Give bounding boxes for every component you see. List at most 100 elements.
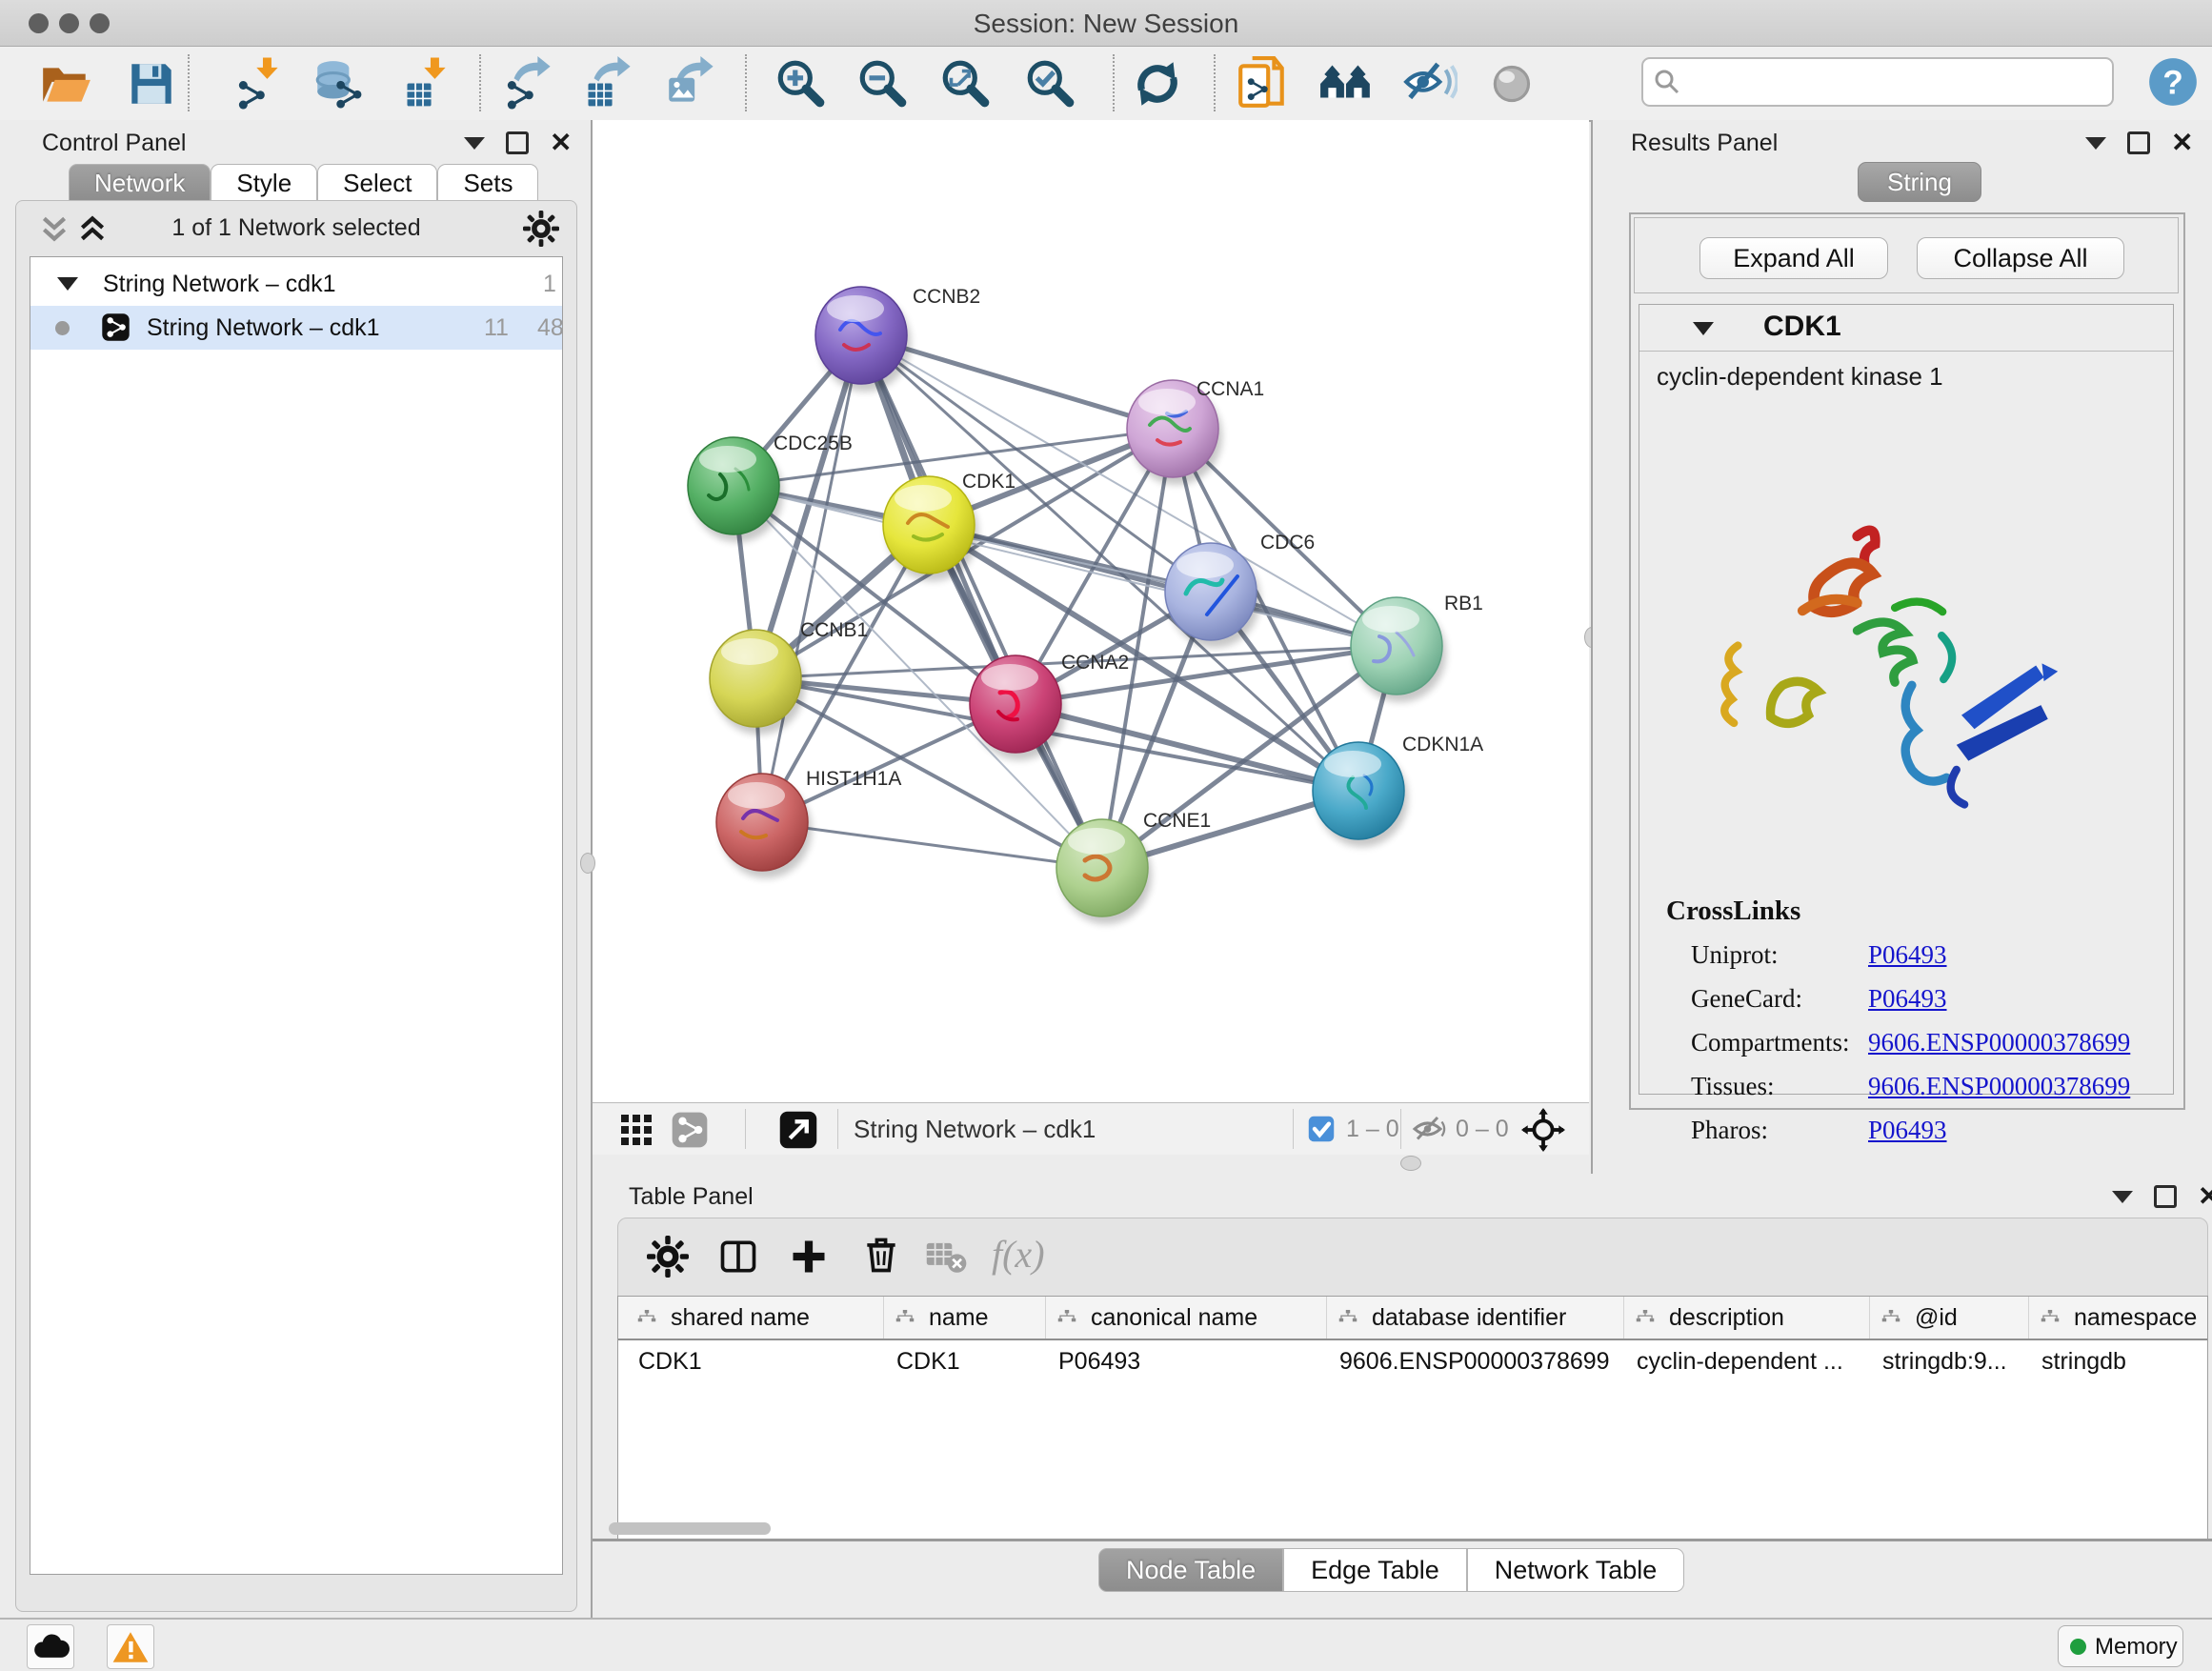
zoom-selected-icon[interactable] [1023,56,1078,111]
birds-eye-view-icon[interactable] [1521,1108,1565,1152]
tab-style[interactable]: Style [211,164,317,201]
refresh-icon[interactable] [1130,56,1185,111]
column-header-canonical-name[interactable]: canonical name [1045,1297,1327,1339]
table-cell[interactable]: stringdb [2041,1348,2202,1376]
import-table-icon[interactable] [399,56,454,111]
hidden-eye-slash-icon[interactable] [1412,1114,1446,1144]
gear-icon[interactable] [523,211,559,247]
help-icon[interactable]: ? [2145,54,2201,110]
gene-section-header[interactable]: CDK1 [1639,305,2173,352]
node-CCNE1[interactable] [1056,819,1152,924]
toolbar-separator [1293,1109,1294,1149]
panel-float-icon[interactable] [2085,137,2106,150]
delete-table-icon[interactable] [925,1238,969,1276]
table-cell[interactable]: CDK1 [896,1348,1039,1376]
tab-node-table[interactable]: Node Table [1098,1548,1283,1592]
table-settings-gear-icon[interactable] [647,1236,689,1278]
node-CDKN1A[interactable] [1313,742,1408,847]
import-database-icon[interactable] [312,56,367,111]
import-network-icon[interactable] [231,56,287,111]
column-type-icon [895,1307,915,1331]
column-header--id[interactable]: @id [1869,1297,2029,1339]
zoom-fit-icon[interactable] [938,56,994,111]
panel-float-icon[interactable] [464,137,485,150]
column-header-description[interactable]: description [1623,1297,1870,1339]
column-label: name [929,1304,1039,1332]
sphere-icon[interactable] [1486,56,1541,111]
table-cell[interactable]: stringdb:9... [1882,1348,2022,1376]
open-folder-icon[interactable] [38,56,93,111]
column-header-shared-name[interactable]: shared name [625,1297,884,1339]
collapse-all-button[interactable]: Collapse All [1917,237,2124,279]
crosslink-link[interactable]: P06493 [1868,1116,1947,1145]
collection-expand-icon[interactable] [57,277,78,291]
zoom-in-icon[interactable] [774,56,829,111]
node-HIST1H1A[interactable] [716,774,812,878]
panel-close-icon[interactable]: ✕ [2198,1188,2212,1205]
cloud-button[interactable] [27,1624,74,1669]
tab-edge-table[interactable]: Edge Table [1283,1548,1467,1592]
control-panel-title: Control Panel [42,130,186,157]
panel-close-icon[interactable]: ✕ [2171,134,2193,151]
table-cell[interactable]: CDK1 [638,1348,877,1376]
crosslink-link[interactable]: 9606.ENSP00000378699 [1868,1028,2130,1057]
column-header-name[interactable]: name [883,1297,1046,1339]
export-table-icon[interactable] [580,56,635,111]
search-input[interactable] [1641,57,2114,107]
crosslink-label: Uniprot: [1691,940,1779,970]
node-RB1[interactable] [1351,597,1446,702]
show-columns-icon[interactable] [717,1236,759,1278]
string-document-icon[interactable] [1235,56,1290,111]
selected-checkbox-icon[interactable] [1307,1115,1336,1143]
column-header-database-identifier[interactable]: database identifier [1326,1297,1624,1339]
open-external-icon[interactable] [778,1110,818,1150]
crosslink-link[interactable]: P06493 [1868,940,1947,970]
panel-maximize-icon[interactable] [2154,1185,2177,1208]
edge-CCNB2-HIST1H1A[interactable] [762,335,861,822]
zoom-out-icon[interactable] [855,56,911,111]
export-network-icon[interactable] [500,56,555,111]
section-expand-icon[interactable] [1693,322,1714,335]
expand-all-button[interactable]: Expand All [1699,237,1888,279]
tab-network-table[interactable]: Network Table [1467,1548,1685,1592]
crosslink-link[interactable]: 9606.ENSP00000378699 [1868,1072,2130,1101]
network-row[interactable]: String Network – cdk1 11 48 [30,306,562,350]
memory-button[interactable]: Memory [2058,1625,2183,1667]
crosslink-label: Compartments: [1691,1028,1849,1057]
tab-sets[interactable]: Sets [437,164,538,201]
hide-graphics-icon[interactable] [1402,56,1458,111]
column-header-namespace[interactable]: namespace [2028,1297,2208,1339]
panel-maximize-icon[interactable] [2127,131,2150,154]
network-collection-row[interactable]: String Network – cdk1 1 [30,262,562,306]
table-cell[interactable]: cyclin-dependent ... [1637,1348,1863,1376]
export-image-icon[interactable] [663,56,718,111]
table-cell[interactable]: P06493 [1058,1348,1320,1376]
panel-close-icon[interactable]: ✕ [550,134,572,151]
warnings-button[interactable] [107,1624,154,1669]
tab-select[interactable]: Select [317,164,437,201]
network-share-view-icon[interactable] [671,1111,709,1149]
column-type-icon [1337,1307,1358,1331]
left-splitter-handle[interactable] [580,853,595,874]
network-list-header: 1 of 1 Network selected [16,209,576,247]
add-column-icon[interactable] [788,1236,830,1278]
horizontal-scrollbar[interactable] [609,1522,771,1535]
function-builder-icon[interactable]: f(x) [992,1232,1045,1277]
table-cell[interactable]: 9606.ENSP00000378699 [1339,1348,1618,1376]
delete-trash-icon[interactable] [860,1234,902,1276]
horizontal-splitter-handle[interactable] [1400,1156,1421,1171]
node-label-HIST1H1A: HIST1H1A [806,768,901,790]
network-canvas[interactable]: CCNB2CCNA1CDC25BCDK1CDC6RB1CCNB1CCNA2CDK… [593,120,1589,1102]
panel-maximize-icon[interactable] [506,131,529,154]
edge-CDK1-RB1[interactable] [929,525,1397,646]
panel-float-icon[interactable] [2112,1191,2133,1203]
tab-string[interactable]: String [1858,162,1981,202]
save-icon[interactable] [124,56,179,111]
grid-view-icon[interactable] [619,1113,654,1147]
home-pages-icon[interactable] [1318,56,1374,111]
tab-network[interactable]: Network [69,164,211,201]
edge-CCNA2-CDKN1A[interactable] [1016,704,1358,791]
node-CDC25B[interactable] [688,437,783,542]
edge-CCNE1-HIST1H1A[interactable] [762,822,1102,868]
crosslink-link[interactable]: P06493 [1868,984,1947,1014]
